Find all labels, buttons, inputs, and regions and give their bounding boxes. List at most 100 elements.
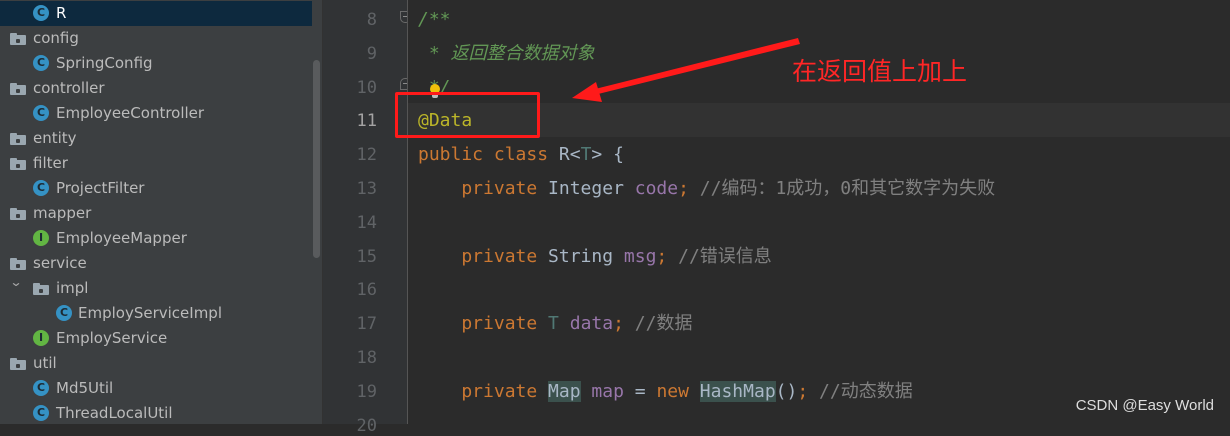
line-number: 19 bbox=[356, 381, 377, 402]
tree-scrollbar[interactable] bbox=[313, 60, 320, 258]
class-icon: C bbox=[56, 305, 72, 321]
code-token: ; bbox=[678, 178, 700, 199]
code-token: * 返回整合数据对象 bbox=[418, 42, 595, 64]
code-token: //动态数据 bbox=[819, 380, 913, 402]
class-icon: C bbox=[33, 380, 49, 396]
code-token: code bbox=[634, 178, 679, 199]
tree-item-employeecontroller[interactable]: C EmployeeController bbox=[0, 101, 312, 126]
code-token: Map bbox=[548, 380, 581, 402]
line-number: 9 bbox=[366, 43, 377, 64]
code-token: HashMap bbox=[699, 380, 776, 402]
class-icon: C bbox=[33, 55, 49, 71]
tree-item-label: ProjectFilter bbox=[56, 179, 145, 197]
package-folder-icon bbox=[33, 283, 49, 295]
tree-item-config[interactable]: config bbox=[0, 26, 312, 51]
line-number: 20 bbox=[356, 415, 377, 436]
code-token: class bbox=[493, 144, 559, 166]
tree-item-label: EmployServiceImpl bbox=[78, 304, 222, 322]
interface-icon: I bbox=[33, 230, 49, 246]
code-line: public class R<T> { bbox=[418, 138, 624, 172]
code-line: private T data; //数据 bbox=[418, 307, 692, 341]
code-token: String bbox=[548, 245, 624, 267]
tree-item-label: service bbox=[33, 254, 87, 272]
line-number: 14 bbox=[356, 212, 377, 233]
tree-item-threadlocalutil[interactable]: C ThreadLocalUtil bbox=[0, 401, 312, 424]
watermark: CSDN @Easy World bbox=[1075, 397, 1214, 414]
code-line: /** bbox=[418, 3, 451, 37]
code-line: private Integer code; //编码：1成功，0和其它数字为失败 bbox=[418, 172, 995, 206]
code-token: public bbox=[418, 144, 494, 166]
code-line: private String msg; //错误信息 bbox=[418, 240, 772, 274]
tree-item-label: R bbox=[56, 4, 67, 22]
code-token: map bbox=[591, 380, 624, 402]
code-token: ; bbox=[613, 313, 635, 335]
tree-item-filter[interactable]: filter bbox=[0, 151, 312, 176]
annotation-highlight-box bbox=[395, 92, 540, 138]
tree-item-util[interactable]: util bbox=[0, 351, 312, 376]
package-folder-icon bbox=[10, 83, 26, 95]
package-folder-icon bbox=[10, 133, 26, 145]
code-token: //错误信息 bbox=[678, 245, 772, 267]
line-number: 8 bbox=[366, 10, 377, 30]
code-token: //数据 bbox=[634, 313, 693, 335]
code-token: new bbox=[656, 380, 700, 402]
code-token: R< bbox=[558, 144, 581, 166]
code-token: msg bbox=[623, 245, 657, 267]
tree-item-service[interactable]: service bbox=[0, 251, 312, 276]
tree-item-label: EmployService bbox=[56, 329, 168, 347]
tree-item-entity[interactable]: entity bbox=[0, 126, 312, 151]
line-number: 15 bbox=[356, 246, 377, 267]
code-token: > { bbox=[591, 144, 624, 166]
package-folder-icon bbox=[10, 258, 26, 270]
code-token: ; bbox=[797, 380, 820, 402]
class-icon: C bbox=[33, 405, 49, 421]
line-number: 10 bbox=[356, 77, 377, 98]
tree-item-label: mapper bbox=[33, 204, 92, 222]
tree-item-controller[interactable]: controller bbox=[0, 76, 312, 101]
code-token: /** bbox=[418, 9, 451, 30]
tree-item-label: config bbox=[33, 29, 79, 47]
tree-item-springconfig[interactable]: C SpringConfig bbox=[0, 51, 312, 76]
tree-item-label: controller bbox=[33, 79, 105, 97]
tree-item-label: EmployeeMapper bbox=[56, 229, 187, 247]
tree-item-label: SpringConfig bbox=[56, 54, 153, 72]
code-token: private bbox=[418, 380, 549, 402]
code-token: //编码：1成功，0和其它数字为失败 bbox=[699, 178, 996, 199]
line-number: 16 bbox=[356, 280, 377, 301]
tree-item-impl[interactable]: ⌄ impl bbox=[0, 275, 312, 301]
annotation-text: 在返回值上加上 bbox=[792, 57, 968, 86]
project-tree-panel: C Rconfig C SpringConfig controller C Employee… bbox=[0, 0, 322, 424]
code-line: private Map map = new HashMap(); //动态数据 bbox=[418, 375, 913, 409]
chevron-down-icon[interactable]: ⌄ bbox=[9, 275, 22, 289]
package-folder-icon bbox=[10, 33, 26, 45]
editor-gutter: 8 9 10 11 12 13 14 15 16 17 18 19 20 bbox=[323, 0, 411, 436]
class-icon: C bbox=[33, 180, 49, 196]
code-token: T bbox=[548, 313, 570, 335]
tree-item-projectfilter[interactable]: C ProjectFilter bbox=[0, 176, 312, 201]
line-number: 17 bbox=[356, 314, 377, 335]
line-number: 18 bbox=[356, 348, 377, 368]
code-token: () bbox=[775, 380, 798, 402]
tree-item-label: impl bbox=[56, 279, 89, 297]
interface-icon: I bbox=[33, 330, 49, 346]
code-token: private bbox=[418, 313, 549, 335]
code-line: * 返回整合数据对象 bbox=[418, 37, 595, 71]
tree-item-employservice[interactable]: I EmployService bbox=[0, 326, 312, 351]
code-token: private bbox=[418, 178, 549, 199]
line-number: 12 bbox=[356, 145, 377, 166]
tree-item-employeemapper[interactable]: I EmployeeMapper bbox=[0, 226, 312, 251]
tree-item-label: ThreadLocalUtil bbox=[56, 404, 173, 422]
package-folder-icon bbox=[10, 158, 26, 170]
package-folder-icon bbox=[10, 208, 26, 220]
code-token: Integer bbox=[548, 178, 635, 199]
class-icon: C bbox=[33, 105, 49, 121]
tree-item-label: util bbox=[33, 354, 57, 372]
tree-item-label: entity bbox=[33, 129, 77, 147]
tree-item-mapper[interactable]: mapper bbox=[0, 201, 312, 226]
package-folder-icon bbox=[10, 358, 26, 370]
code-token: private bbox=[418, 245, 549, 267]
tree-item-employserviceimpl[interactable]: C EmployServiceImpl bbox=[0, 301, 312, 326]
tree-item-r[interactable]: CR bbox=[0, 1, 312, 26]
tree-item-md5util[interactable]: C Md5Util bbox=[0, 376, 312, 401]
